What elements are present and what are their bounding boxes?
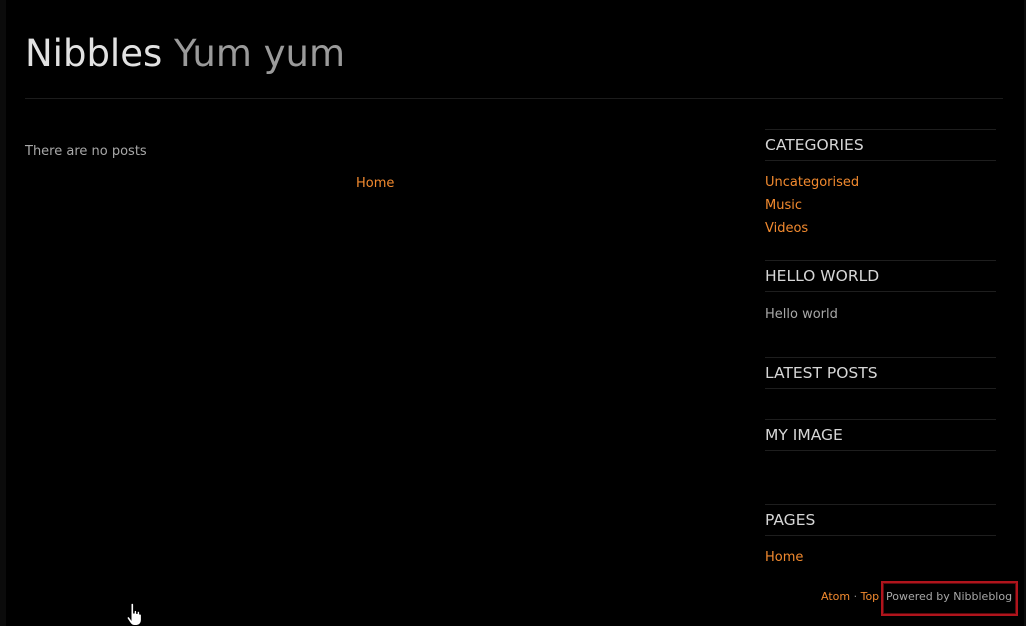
pages-title: PAGES — [765, 511, 816, 529]
widget-divider — [765, 504, 996, 505]
footer-links: Atom · Top — [821, 589, 879, 605]
powered-by-text[interactable]: Powered by Nibbleblog — [886, 589, 1012, 605]
widget-divider — [765, 388, 996, 389]
hand-pointer-icon — [126, 603, 142, 626]
site-title: Nibbles Yum yum — [25, 30, 345, 78]
page: Nibbles Yum yum There are no posts Home … — [0, 0, 1026, 626]
widget-divider — [765, 291, 996, 292]
hello-world-text: Hello world — [765, 307, 838, 322]
my-image-title: MY IMAGE — [765, 426, 843, 444]
widget-divider — [765, 129, 996, 130]
category-link-videos[interactable]: Videos — [765, 220, 808, 238]
header-divider — [25, 98, 1003, 99]
atom-feed-link[interactable]: Atom — [821, 590, 850, 603]
category-link-music[interactable]: Music — [765, 197, 802, 215]
widget-divider — [765, 535, 996, 536]
widget-divider — [765, 357, 996, 358]
footer-separator: · — [853, 590, 858, 603]
page-link-home[interactable]: Home — [765, 549, 803, 567]
blog-slogan: Yum yum — [174, 32, 346, 75]
widget-divider — [765, 419, 996, 420]
empty-posts-message: There are no posts — [25, 144, 147, 159]
widget-divider — [765, 450, 996, 451]
left-edge-border — [0, 0, 6, 626]
categories-title: CATEGORIES — [765, 136, 864, 154]
top-link[interactable]: Top — [861, 590, 880, 603]
pager-home-link[interactable]: Home — [356, 175, 394, 193]
widget-divider — [765, 160, 996, 161]
blog-name[interactable]: Nibbles — [25, 32, 162, 75]
hello-world-title: HELLO WORLD — [765, 267, 880, 285]
widget-divider — [765, 260, 996, 261]
category-link-uncategorised[interactable]: Uncategorised — [765, 174, 859, 192]
latest-posts-title: LATEST POSTS — [765, 364, 878, 382]
